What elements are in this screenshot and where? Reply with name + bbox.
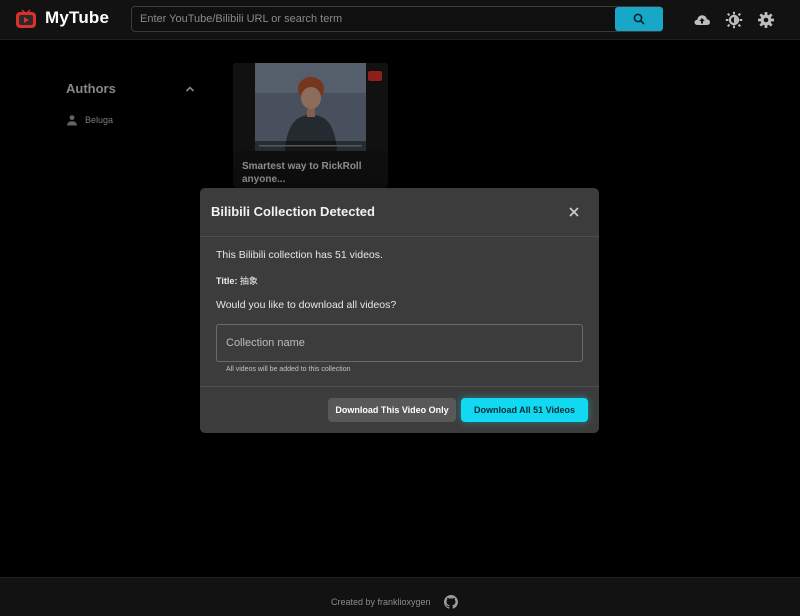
collection-helper-text: All videos will be added to this collect… — [226, 366, 351, 373]
download-all-videos-button[interactable]: Download All 51 Videos — [461, 398, 588, 422]
download-question: Would you like to download all videos? — [216, 299, 397, 311]
dialog-divider-top — [200, 236, 599, 237]
search-button[interactable] — [615, 7, 663, 31]
collection-title-value: 抽象 — [239, 276, 258, 286]
footer-credit: Created by franklioxygen — [331, 597, 431, 607]
collection-title-label: Title: — [216, 276, 238, 286]
dialog-title: Bilibili Collection Detected — [211, 204, 375, 219]
app-title[interactable]: MyTube — [45, 8, 109, 28]
collection-title-line: Title: 抽象 — [216, 274, 258, 287]
collection-dialog: Bilibili Collection Detected This Bilibi… — [200, 188, 599, 433]
app-header: MyTube — [0, 0, 800, 40]
gear-icon[interactable] — [757, 11, 775, 29]
theme-icon[interactable] — [725, 11, 743, 29]
cloud-upload-icon[interactable] — [693, 11, 711, 29]
collection-name-input[interactable] — [217, 325, 582, 361]
search-input[interactable] — [132, 7, 614, 31]
collection-name-field — [216, 324, 583, 362]
download-this-video-button[interactable]: Download This Video Only — [328, 398, 456, 422]
github-icon[interactable] — [444, 595, 458, 609]
logo-icon[interactable] — [15, 9, 37, 30]
collection-count-message: This Bilibili collection has 51 videos. — [216, 249, 383, 261]
dialog-divider-bottom — [200, 386, 599, 387]
close-icon[interactable] — [568, 206, 580, 218]
search-bar — [131, 6, 663, 32]
search-icon — [633, 13, 645, 25]
app-footer: Created by franklioxygen — [0, 577, 800, 616]
